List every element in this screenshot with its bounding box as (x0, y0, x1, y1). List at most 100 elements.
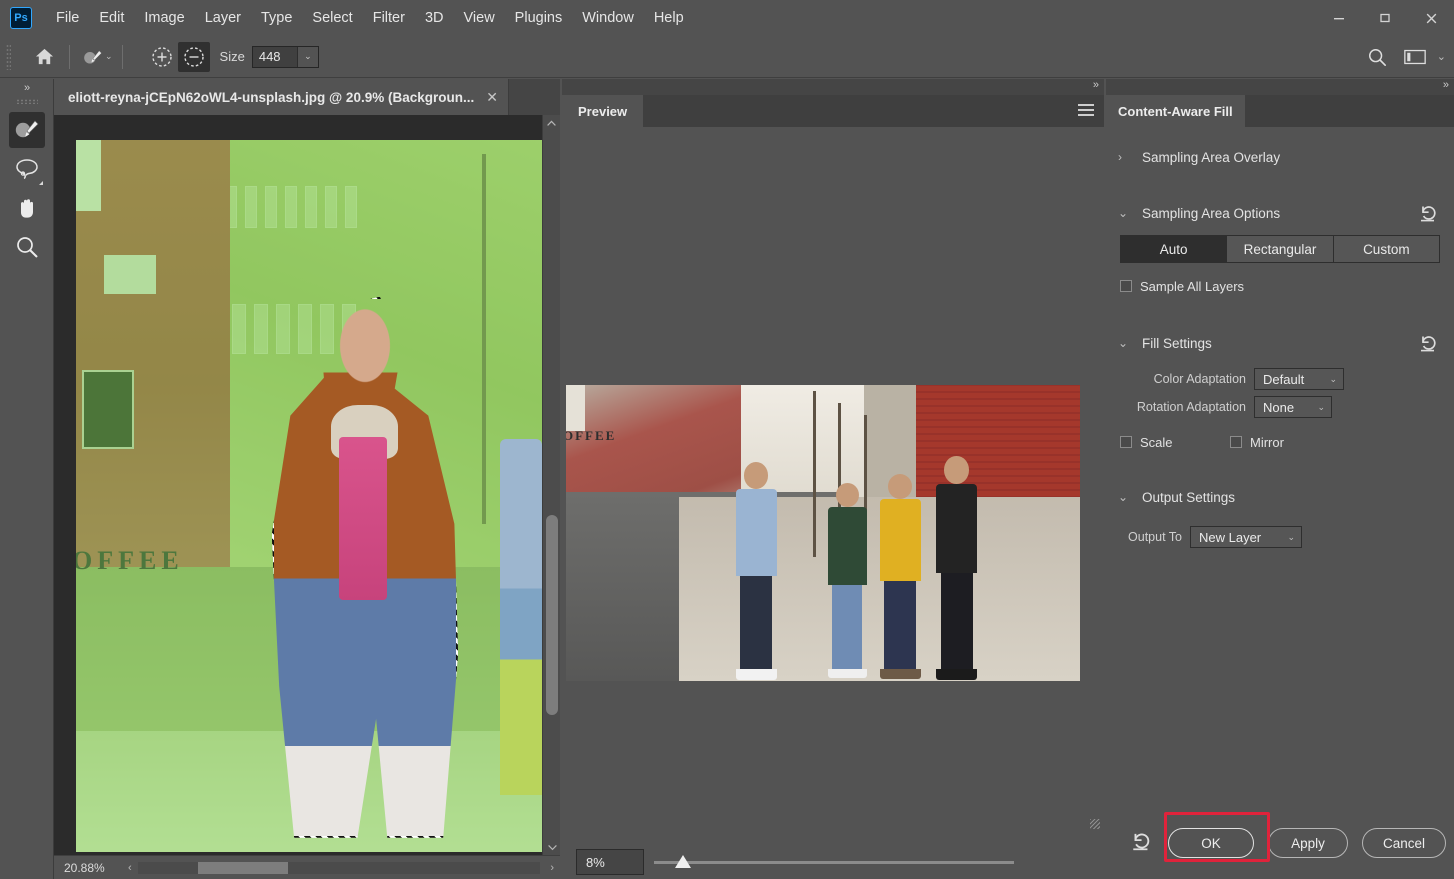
mirror-row[interactable]: Mirror (1230, 427, 1284, 457)
document-canvas-image[interactable]: OFFEE (76, 140, 542, 852)
menu-window[interactable]: Window (572, 6, 644, 30)
document-tab[interactable]: eliott-reyna-jCEpN62oWL4-unsplash.jpg @ … (54, 79, 509, 115)
lasso-tool-more-indicator[interactable] (38, 181, 43, 185)
menu-view[interactable]: View (454, 6, 505, 30)
apply-button[interactable]: Apply (1268, 828, 1348, 858)
menu-filter[interactable]: Filter (363, 6, 415, 30)
sampling-brush-icon (84, 50, 102, 64)
toolstrip-collapse-button[interactable]: » (0, 79, 53, 97)
brush-size-value[interactable]: 448 (252, 46, 297, 67)
sampling-area-rectangular-button[interactable]: Rectangular (1227, 236, 1334, 262)
caf-tab-bar: Content-Aware Fill (1106, 95, 1454, 127)
tab-preview[interactable]: Preview (562, 95, 644, 127)
output-to-dropdown[interactable]: New Layer ⌄ (1190, 526, 1302, 548)
preview-opacity-track[interactable] (654, 861, 1014, 864)
brush-size-field[interactable]: 448 ⌄ (251, 45, 319, 68)
scroll-right-icon[interactable]: › (544, 862, 560, 874)
section-sampling-area-overlay[interactable]: › Sampling Area Overlay (1106, 137, 1454, 177)
menu-type[interactable]: Type (251, 6, 302, 30)
brush-size-caret[interactable]: ⌄ (296, 46, 318, 67)
caf-panel-collapse-button[interactable]: » (1443, 79, 1449, 91)
section-fill-settings[interactable]: ⌄ Fill Settings (1106, 323, 1454, 363)
section-title-output-settings: Output Settings (1142, 489, 1236, 505)
maximize-button[interactable] (1362, 0, 1408, 36)
mirror-checkbox[interactable] (1230, 436, 1242, 448)
menu-layer[interactable]: Layer (195, 6, 251, 30)
selected-subject[interactable] (271, 296, 459, 838)
menu-file[interactable]: File (46, 6, 89, 30)
subtract-from-sampling-area-button[interactable] (177, 41, 210, 72)
window-controls (1316, 0, 1454, 36)
zoom-level-value[interactable]: 20.88% (54, 861, 122, 875)
canvas-horizontal-scrollbar[interactable] (137, 861, 541, 874)
search-button[interactable] (1361, 42, 1393, 72)
preview-scene: OFFEE (566, 385, 1080, 681)
canvas-scroll-thumb[interactable] (546, 515, 558, 715)
cancel-button[interactable]: Cancel (1362, 828, 1446, 858)
maximize-icon (1380, 13, 1390, 23)
reset-icon[interactable] (1418, 203, 1440, 228)
zoom-tool[interactable] (9, 229, 45, 265)
scroll-left-icon[interactable]: ‹ (122, 862, 138, 874)
close-icon[interactable]: ✕ (486, 90, 498, 104)
section-sampling-area-options[interactable]: ⌄ Sampling Area Options (1106, 193, 1454, 233)
section-output-settings[interactable]: ⌄ Output Settings (1106, 477, 1454, 517)
scroll-up-icon[interactable] (543, 115, 560, 131)
sampling-area-auto-button[interactable]: Auto (1121, 236, 1228, 262)
menu-select[interactable]: Select (302, 6, 362, 30)
preview-person-2 (828, 482, 867, 679)
document-tab-title: eliott-reyna-jCEpN62oWL4-unsplash.jpg @ … (68, 89, 475, 105)
reset-icon[interactable] (1418, 333, 1440, 358)
brush-preset-picker[interactable]: ⌄ (79, 47, 113, 67)
canvas-area[interactable]: OFFEE (54, 115, 560, 855)
menu-edit[interactable]: Edit (89, 6, 134, 30)
chevron-down-icon[interactable]: ⌄ (1118, 490, 1136, 504)
preview-opacity-slider[interactable] (654, 852, 1014, 872)
chevron-down-icon[interactable]: ⌄ (1118, 336, 1136, 350)
menu-image[interactable]: Image (134, 6, 194, 30)
scale-mirror-row: Scale Mirror (1106, 427, 1454, 457)
scroll-down-icon[interactable] (543, 839, 560, 855)
color-adaptation-dropdown[interactable]: Default ⌄ (1254, 368, 1344, 390)
reset-icon[interactable] (1130, 830, 1154, 857)
sampling-area-custom-button[interactable]: Custom (1333, 236, 1439, 262)
menu-help[interactable]: Help (644, 6, 694, 30)
scale-checkbox[interactable] (1120, 436, 1132, 448)
preview-opacity-value[interactable]: 8% (576, 849, 644, 875)
toolstrip-grip[interactable] (15, 99, 38, 104)
options-bar-grip[interactable] (6, 43, 11, 70)
lasso-icon (15, 159, 38, 180)
chevron-down-icon[interactable]: ⌄ (1118, 206, 1136, 220)
rotation-adaptation-dropdown[interactable]: None ⌄ (1254, 396, 1332, 418)
options-separator-1 (69, 44, 70, 69)
preview-person-3 (879, 473, 921, 679)
lasso-tool[interactable] (9, 151, 45, 187)
preview-panel-collapse-button[interactable]: » (1093, 79, 1099, 91)
menu-3d[interactable]: 3D (415, 6, 454, 30)
home-button[interactable] (28, 42, 60, 72)
photoshop-logo-icon: Ps (10, 7, 32, 29)
chevron-right-icon[interactable]: › (1118, 150, 1136, 164)
tab-content-aware-fill[interactable]: Content-Aware Fill (1106, 95, 1245, 127)
horizontal-scroll-thumb[interactable] (197, 861, 288, 874)
section-title-fill-settings: Fill Settings (1142, 335, 1212, 351)
menu-plugins[interactable]: Plugins (505, 6, 573, 30)
panel-menu-icon[interactable] (1078, 104, 1094, 119)
scale-row[interactable]: Scale (1106, 427, 1230, 457)
canvas-vertical-scrollbar[interactable] (542, 115, 560, 855)
preview-opacity-thumb[interactable] (674, 855, 691, 868)
workspace-caret[interactable]: ⌄ (1437, 50, 1446, 63)
close-button[interactable] (1408, 0, 1454, 36)
workspace-switcher-button[interactable] (1399, 42, 1431, 72)
sample-all-layers-row[interactable]: Sample All Layers (1106, 271, 1454, 301)
preview-resize-handle[interactable] (1090, 819, 1100, 829)
add-to-sampling-area-button[interactable] (146, 42, 178, 72)
sample-all-layers-checkbox[interactable] (1120, 280, 1132, 292)
color-adaptation-value: Default (1263, 371, 1305, 387)
brush-preset-caret[interactable]: ⌄ (105, 51, 113, 62)
rotation-adaptation-row: Rotation Adaptation None ⌄ (1106, 393, 1454, 421)
hand-tool[interactable] (9, 190, 45, 226)
minimize-button[interactable] (1316, 0, 1362, 36)
ok-button[interactable]: OK (1168, 828, 1254, 858)
sampling-brush-tool[interactable] (8, 112, 45, 148)
